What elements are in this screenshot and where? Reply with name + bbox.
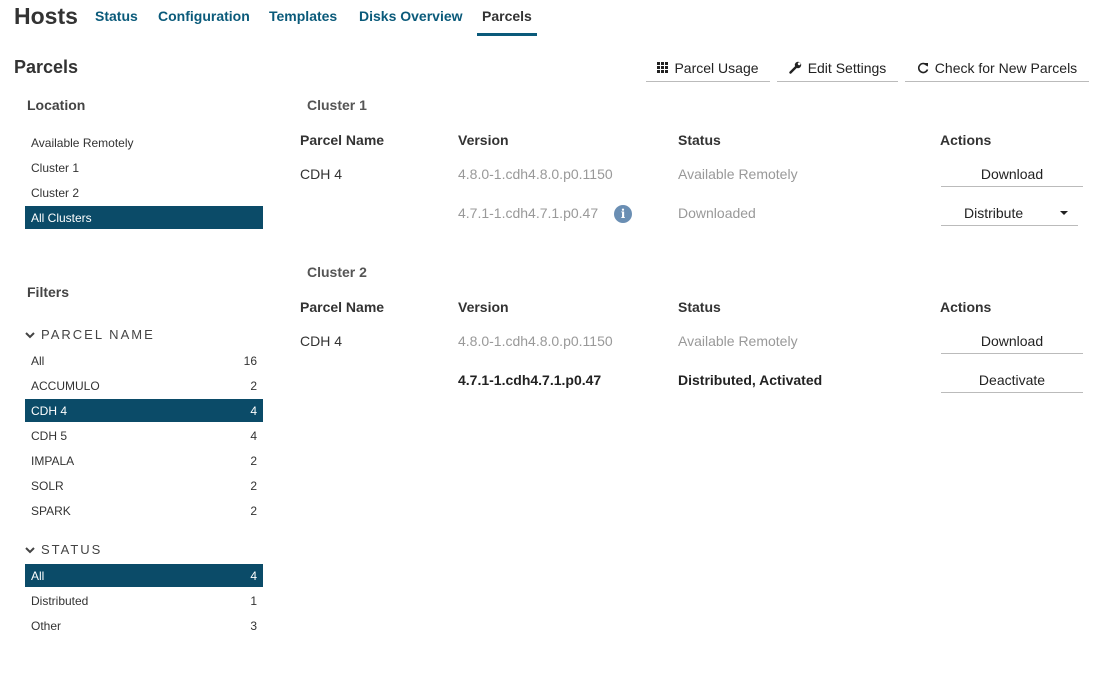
parcel-name-cell: CDH 4 — [300, 166, 343, 182]
section-title: Parcels — [14, 57, 79, 77]
filter-parcel-spark[interactable]: SPARK 2 — [25, 499, 263, 522]
version-cell: 4.8.0-1.cdh4.8.0.p0.1150 — [458, 333, 613, 349]
column-header-version: Version — [458, 132, 509, 148]
filter-count: 4 — [250, 568, 257, 583]
chevron-down-icon — [25, 327, 35, 342]
parcel-name-group-label: PARCEL NAME — [41, 327, 155, 342]
filter-count: 1 — [250, 593, 257, 608]
location-label: All Clusters — [31, 210, 92, 225]
column-header-status: Status — [678, 132, 721, 148]
cluster-1-title: Cluster 1 — [307, 97, 367, 113]
info-icon[interactable]: i — [614, 205, 632, 223]
filter-parcel-accumulo[interactable]: ACCUMULO 2 — [25, 374, 263, 397]
filter-count: 4 — [250, 403, 257, 418]
check-new-parcels-button[interactable]: Check for New Parcels — [905, 54, 1089, 82]
filter-parcel-all[interactable]: All 16 — [25, 349, 263, 372]
location-label: Available Remotely — [31, 135, 134, 150]
tab-parcels[interactable]: Parcels — [482, 8, 532, 24]
grid-icon — [657, 62, 669, 73]
active-tab-indicator — [477, 33, 537, 36]
location-cluster-2[interactable]: Cluster 2 — [25, 181, 263, 204]
status-filter-toggle[interactable]: STATUS — [25, 542, 102, 557]
caret-down-icon — [1060, 211, 1068, 215]
location-available-remotely[interactable]: Available Remotely — [25, 131, 263, 154]
page-title: Hosts — [14, 3, 78, 29]
wrench-icon — [788, 61, 802, 74]
status-cell: Available Remotely — [678, 166, 798, 182]
edit-settings-label: Edit Settings — [807, 59, 887, 76]
column-header-actions: Actions — [940, 132, 992, 148]
download-button[interactable]: Download — [941, 329, 1083, 354]
column-header-parcel-name: Parcel Name — [300, 132, 385, 148]
filter-parcel-solr[interactable]: SOLR 2 — [25, 474, 263, 497]
tab-configuration[interactable]: Configuration — [158, 8, 250, 24]
filter-parcel-cdh4[interactable]: CDH 4 4 — [25, 399, 263, 422]
refresh-icon — [917, 62, 929, 74]
check-new-parcels-label: Check for New Parcels — [934, 59, 1078, 76]
filter-label: SOLR — [31, 478, 64, 493]
location-label: Cluster 2 — [31, 185, 80, 200]
filter-label: SPARK — [31, 503, 71, 518]
parcel-usage-label: Parcel Usage — [674, 59, 759, 76]
filter-label: IMPALA — [31, 453, 75, 468]
location-cluster-1[interactable]: Cluster 1 — [25, 156, 263, 179]
cluster-2-title: Cluster 2 — [307, 264, 367, 280]
filter-parcel-cdh5[interactable]: CDH 5 4 — [25, 424, 263, 447]
version-cell: 4.8.0-1.cdh4.8.0.p0.1150 — [458, 166, 613, 182]
edit-settings-button[interactable]: Edit Settings — [777, 54, 898, 82]
parcel-name-filter-toggle[interactable]: PARCEL NAME — [25, 327, 155, 342]
tab-templates[interactable]: Templates — [269, 8, 337, 24]
column-header-parcel-name: Parcel Name — [300, 299, 385, 315]
filters-heading: Filters — [27, 284, 70, 300]
parcel-usage-button[interactable]: Parcel Usage — [646, 54, 770, 82]
filter-label: CDH 4 — [31, 403, 68, 418]
location-all-clusters[interactable]: All Clusters — [25, 206, 263, 229]
filter-parcel-impala[interactable]: IMPALA 2 — [25, 449, 263, 472]
filter-label: Other — [31, 618, 62, 633]
download-button[interactable]: Download — [941, 162, 1083, 187]
filter-label: Distributed — [31, 593, 89, 608]
filter-count: 2 — [250, 478, 257, 493]
tab-status[interactable]: Status — [95, 8, 138, 24]
filter-count: 2 — [250, 503, 257, 518]
distribute-dropdown-button[interactable]: Distribute — [941, 201, 1078, 226]
filter-label: CDH 5 — [31, 428, 68, 443]
status-cell: Available Remotely — [678, 333, 798, 349]
tab-disks-overview[interactable]: Disks Overview — [359, 8, 463, 24]
deactivate-button[interactable]: Deactivate — [941, 368, 1083, 393]
column-header-status: Status — [678, 299, 721, 315]
filter-count: 2 — [250, 378, 257, 393]
location-heading: Location — [27, 97, 86, 113]
status-cell: Downloaded — [678, 205, 756, 221]
parcel-name-cell: CDH 4 — [300, 333, 343, 349]
column-header-actions: Actions — [940, 299, 992, 315]
filter-label: ACCUMULO — [31, 378, 100, 393]
version-cell: 4.7.1-1.cdh4.7.1.p0.47 — [458, 205, 599, 221]
filter-label: All — [31, 353, 45, 368]
version-cell: 4.7.1-1.cdh4.7.1.p0.47 — [458, 372, 602, 388]
filter-count: 3 — [250, 618, 257, 633]
filter-count: 4 — [250, 428, 257, 443]
filter-status-other[interactable]: Other 3 — [25, 614, 263, 637]
filter-status-distributed[interactable]: Distributed 1 — [25, 589, 263, 612]
column-header-version: Version — [458, 299, 509, 315]
filter-label: All — [31, 568, 45, 583]
chevron-down-icon — [25, 542, 35, 557]
location-label: Cluster 1 — [31, 160, 80, 175]
filter-status-all[interactable]: All 4 — [25, 564, 263, 587]
filter-count: 2 — [250, 453, 257, 468]
status-cell: Distributed, Activated — [678, 372, 823, 388]
distribute-label: Distribute — [964, 205, 1024, 221]
status-group-label: STATUS — [41, 542, 103, 557]
filter-count: 16 — [243, 353, 257, 368]
